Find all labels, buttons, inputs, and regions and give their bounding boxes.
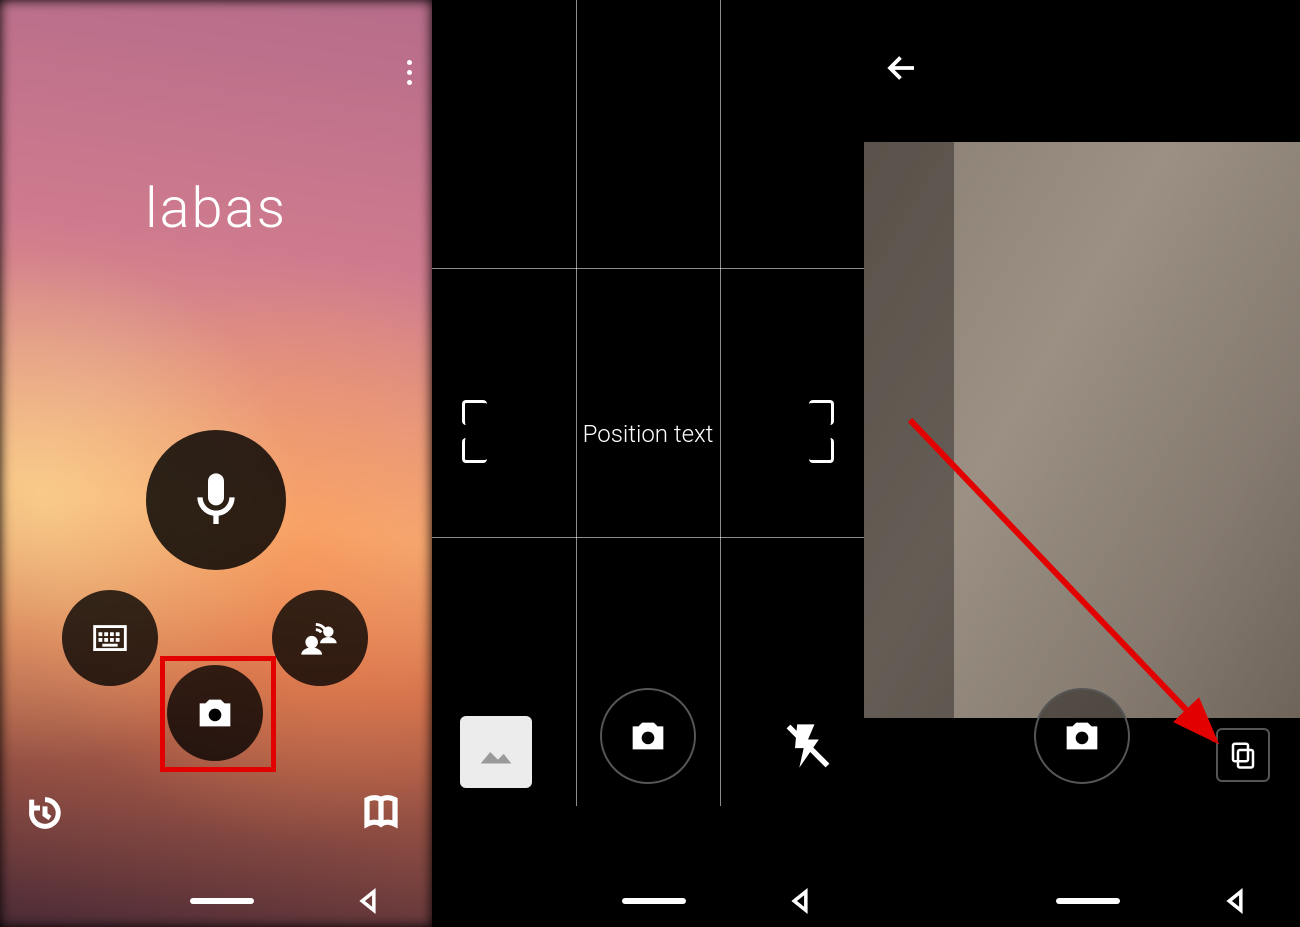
page-fold [864,142,954,718]
more-menu-button[interactable] [407,55,412,90]
camera-icon [625,713,671,759]
book-icon [360,791,402,833]
grid-line [576,0,577,806]
mic-button[interactable] [146,430,286,570]
gallery-icon [473,729,519,775]
mic-icon [184,468,248,532]
shutter-button[interactable] [1034,688,1130,784]
scanned-page [864,142,1300,718]
android-nav [864,875,1300,927]
word-of-day: labas [0,175,432,241]
back-button[interactable] [354,887,382,915]
flash-off-icon [782,720,834,772]
back-button[interactable] [786,887,814,915]
home-button[interactable] [190,898,254,904]
position-hint: Position text [432,420,864,448]
home-button[interactable] [1056,898,1120,904]
android-nav [432,875,864,927]
grid-line [720,0,721,806]
highlight-box-camera [160,656,276,772]
phrasebook-button[interactable] [360,791,402,837]
keyboard-icon [87,615,133,661]
history-button[interactable] [25,793,65,837]
history-icon [25,793,65,833]
copy-button[interactable] [1216,728,1270,782]
conversation-icon [295,613,345,663]
back-button[interactable] [1221,887,1249,915]
gallery-button[interactable] [460,716,532,788]
camera-icon [1059,713,1105,759]
grid-line [432,268,864,269]
flash-toggle[interactable] [782,720,834,776]
back-arrow-button[interactable] [884,50,920,90]
shutter-button[interactable] [600,688,696,784]
keyboard-button[interactable] [62,590,158,686]
back-arrow-icon [884,50,920,86]
android-nav [0,875,432,927]
copy-icon [1228,740,1258,770]
home-button[interactable] [622,898,686,904]
grid-line [432,537,864,538]
conversation-button[interactable] [272,590,368,686]
